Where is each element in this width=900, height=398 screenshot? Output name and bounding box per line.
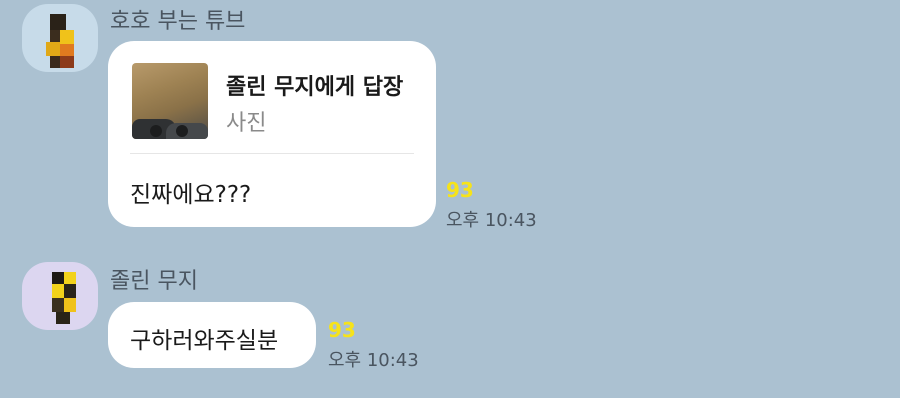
avatar-pixel <box>50 30 60 42</box>
avatar-pixel <box>46 42 60 56</box>
sender-name: 호호 부는 튜브 <box>110 9 246 34</box>
avatar-pixel <box>60 30 74 44</box>
avatar-pixel <box>50 14 66 30</box>
avatar-pixel <box>50 56 60 68</box>
avatar-pixel <box>56 312 70 324</box>
message-bubble[interactable]: 구하러와주실분 <box>108 302 316 368</box>
avatar-pixel <box>60 44 74 56</box>
wheel-shape <box>176 125 188 137</box>
reply-divider <box>130 153 414 154</box>
avatar-pixel <box>52 272 64 284</box>
message-time: 오후 10:43 <box>328 350 419 371</box>
avatar-pixel <box>52 298 64 312</box>
message-text: 구하러와주실분 <box>130 328 279 354</box>
reply-title: 졸린 무지에게 답장 <box>226 75 404 100</box>
avatar-pixel <box>64 298 76 312</box>
message-time: 오후 10:43 <box>446 210 537 231</box>
avatar[interactable] <box>22 262 98 330</box>
wheel-shape <box>150 125 162 137</box>
avatar-pixel <box>64 272 76 284</box>
avatar-pixel <box>60 56 74 68</box>
avatar-pixel <box>52 284 64 298</box>
message-bubble[interactable]: 졸린 무지에게 답장 사진 진짜에요??? <box>108 41 436 227</box>
unread-count: 93 <box>328 318 356 342</box>
avatar[interactable] <box>22 4 98 72</box>
avatar-pixel <box>64 284 76 298</box>
message-text: 진짜에요??? <box>130 182 252 208</box>
reply-subtitle: 사진 <box>226 111 267 136</box>
reply-photo-thumbnail[interactable] <box>132 63 208 139</box>
sender-name: 졸린 무지 <box>110 269 198 294</box>
unread-count: 93 <box>446 178 474 202</box>
